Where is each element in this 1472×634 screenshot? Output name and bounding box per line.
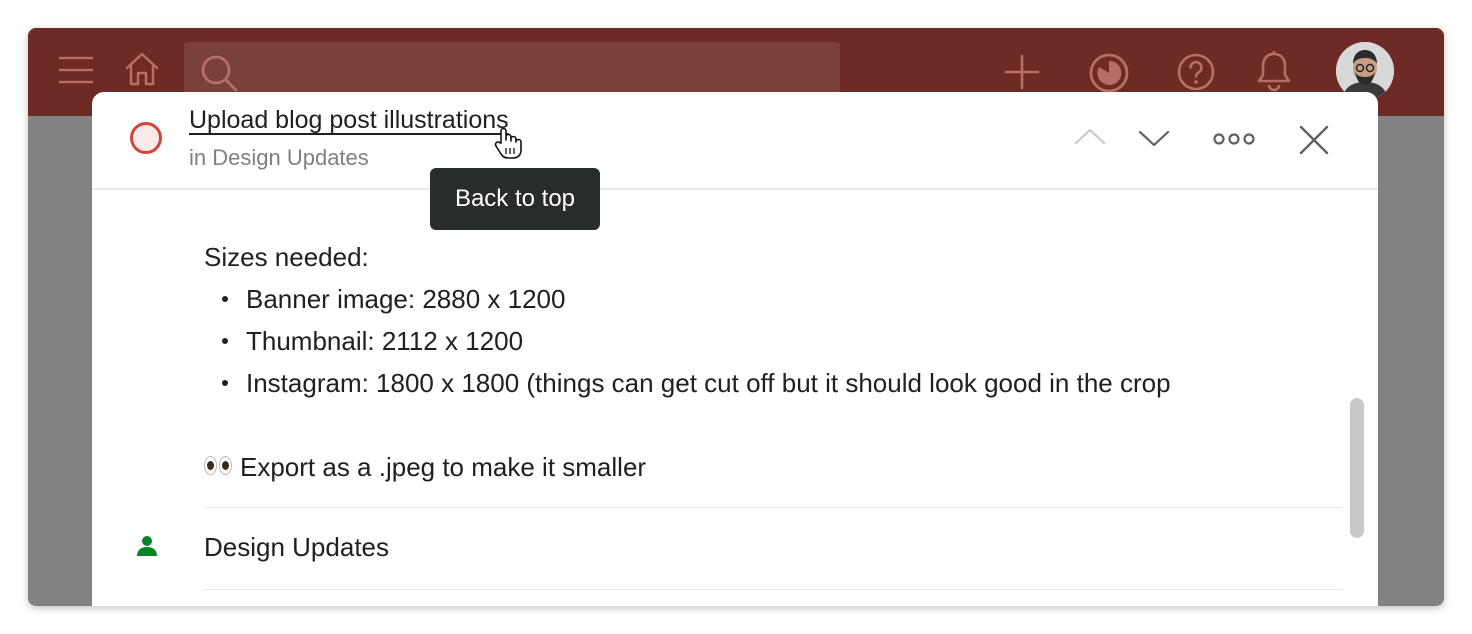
hand-cursor-icon	[494, 126, 522, 165]
plus-icon[interactable]	[1004, 54, 1040, 90]
task-header: Upload blog post illustrations in Design…	[92, 92, 1378, 190]
hamburger-menu-icon[interactable]	[58, 54, 94, 86]
list-item: Banner image: 2880 x 1200	[204, 278, 1334, 320]
task-complete-checkbox[interactable]	[130, 122, 162, 154]
task-title[interactable]: Upload blog post illustrations	[189, 106, 509, 135]
task-project-link[interactable]: in Design Updates	[189, 145, 369, 171]
task-description[interactable]: Sizes needed: Banner image: 2880 x 1200 …	[204, 236, 1334, 488]
scrollbar-thumb[interactable]	[1350, 398, 1364, 538]
project-name: Design Updates	[204, 532, 389, 562]
bell-icon[interactable]	[1256, 50, 1292, 92]
search-icon	[200, 54, 240, 94]
home-icon[interactable]	[124, 50, 160, 88]
more-options-icon[interactable]	[1213, 132, 1255, 146]
project-row[interactable]: Design Updates	[92, 508, 1378, 588]
app-window: Upload blog post illustrations in Design…	[28, 28, 1444, 606]
person-icon	[136, 535, 158, 562]
list-item: Instagram: 1800 x 1800 (things can get c…	[204, 362, 1334, 404]
close-icon[interactable]	[1298, 124, 1330, 156]
task-detail-modal: Upload blog post illustrations in Design…	[92, 92, 1378, 606]
description-heading: Sizes needed:	[204, 242, 369, 272]
sizes-list: Banner image: 2880 x 1200 Thumbnail: 211…	[204, 278, 1334, 404]
eyes-emoji-icon	[204, 454, 234, 478]
back-to-top-tooltip: Back to top	[430, 168, 600, 230]
question-mark-icon[interactable]	[1176, 52, 1216, 92]
chevron-down-icon[interactable]	[1138, 128, 1170, 148]
karma-pie-icon[interactable]	[1088, 52, 1130, 94]
export-note: Export as a .jpeg to make it smaller	[204, 446, 1334, 488]
list-item: Thumbnail: 2112 x 1200	[204, 320, 1334, 362]
chevron-up-icon[interactable]	[1074, 126, 1106, 146]
divider	[204, 589, 1342, 590]
